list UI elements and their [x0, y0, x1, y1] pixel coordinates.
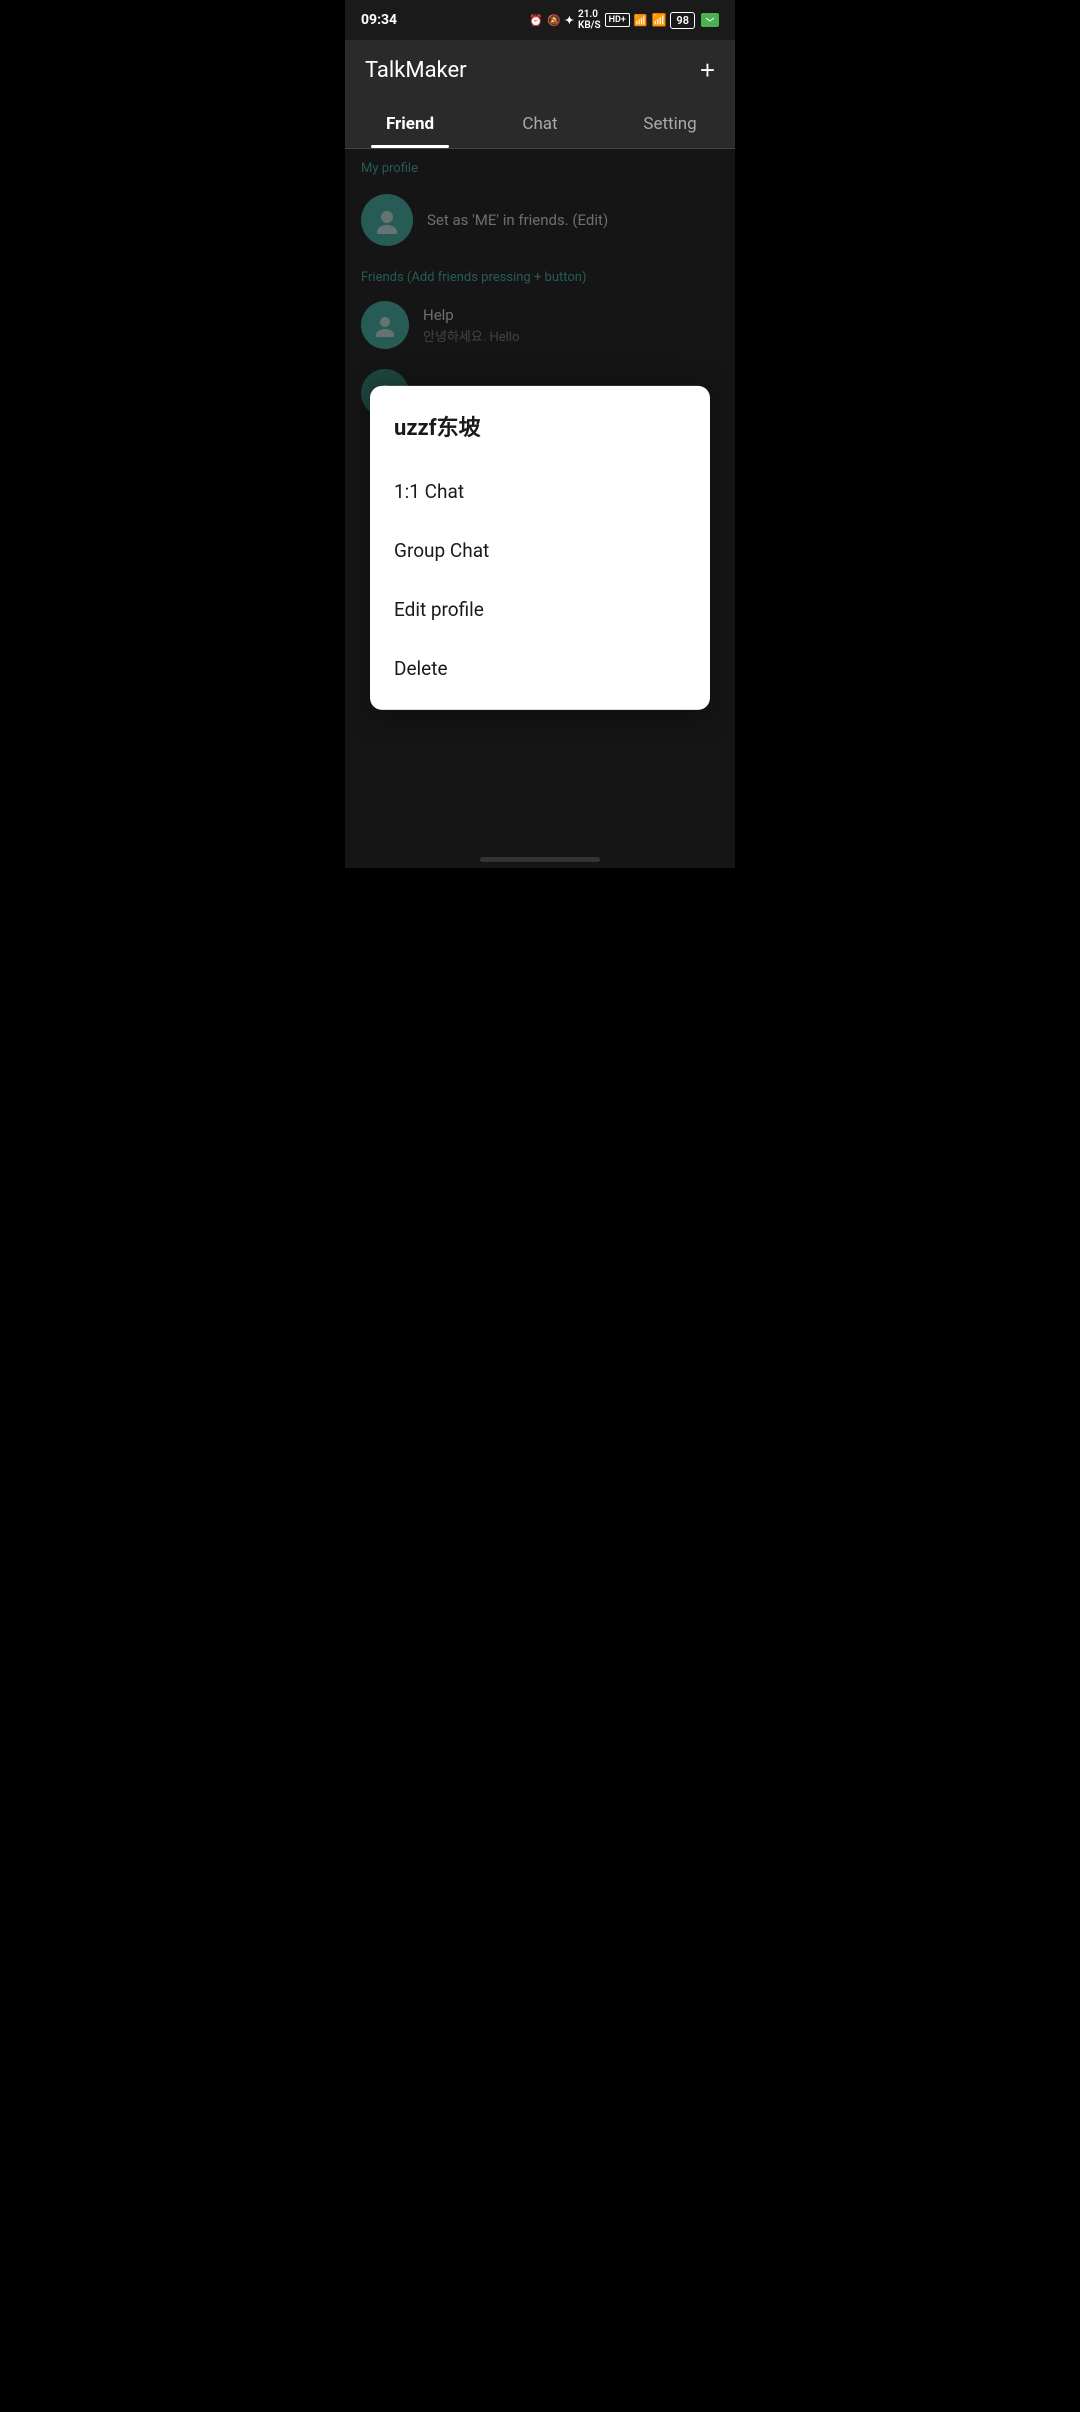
context-menu-item-groupchat[interactable]: Group Chat: [394, 520, 686, 579]
context-menu-item-1on1chat[interactable]: 1:1 Chat: [394, 461, 686, 520]
context-menu-item-editprofile[interactable]: Edit profile: [394, 579, 686, 638]
app-title: TalkMaker: [365, 58, 467, 83]
mute-icon: 🔕: [547, 14, 561, 27]
alarm-icon: ⏰: [529, 14, 543, 27]
status-icons: ⏰ 🔕 ✦ 21.0KB/S HD+ 📶 📶 98: [529, 9, 719, 31]
context-menu-title: uzzf东坡: [394, 409, 686, 461]
context-menu: uzzf东坡 1:1 Chat Group Chat Edit profile …: [370, 385, 710, 709]
add-button[interactable]: +: [700, 57, 715, 83]
tab-setting[interactable]: Setting: [605, 100, 735, 148]
status-time: 09:34: [361, 12, 397, 28]
app-header: TalkMaker +: [345, 40, 735, 100]
tab-bar: Friend Chat Setting: [345, 100, 735, 149]
data-speed: 21.0KB/S: [578, 9, 601, 31]
message-notification-icon: [701, 13, 719, 27]
status-bar: 09:34 ⏰ 🔕 ✦ 21.0KB/S HD+ 📶 📶 98: [345, 0, 735, 40]
signal-icon: 📶: [651, 13, 666, 27]
hd-badge: HD+: [605, 13, 630, 27]
background-content: My profile Set as 'ME' in friends. (Edit…: [345, 149, 735, 868]
context-menu-item-delete[interactable]: Delete: [394, 638, 686, 697]
wifi-icon: 📶: [634, 14, 648, 27]
battery: 98: [670, 12, 695, 29]
tab-chat[interactable]: Chat: [475, 100, 605, 148]
tab-friend[interactable]: Friend: [345, 100, 475, 148]
bluetooth-icon: ✦: [565, 14, 574, 27]
